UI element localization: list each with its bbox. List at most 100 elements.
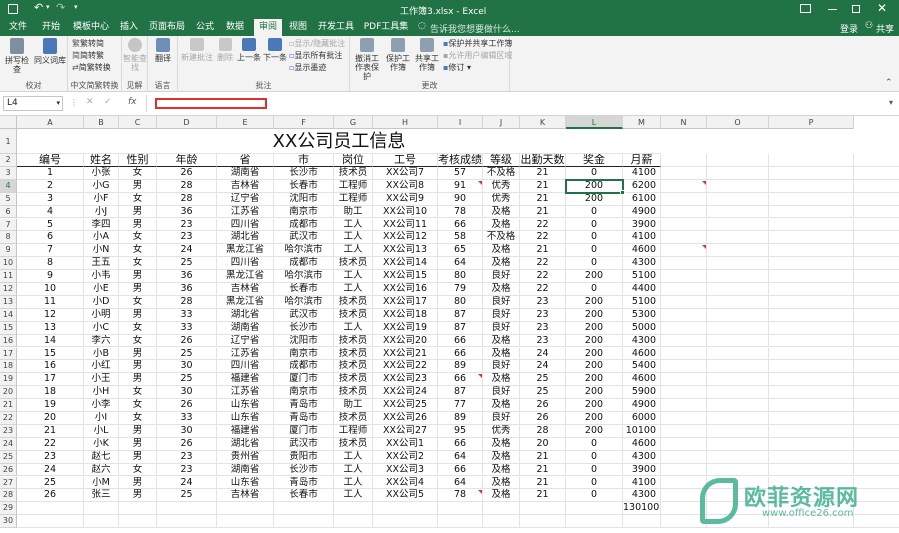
- data-cell r[interactable]: 4600: [623, 347, 661, 361]
- data-cell r[interactable]: 4600: [623, 244, 661, 258]
- data-cell[interactable]: 长春市: [274, 179, 334, 193]
- simp-to-trad-button[interactable]: 简简转繁: [72, 51, 104, 61]
- column-title[interactable]: 姓名: [84, 154, 119, 167]
- empty-cell[interactable]: [769, 399, 854, 412]
- data-cell[interactable]: 工人: [334, 218, 373, 232]
- empty-cell[interactable]: [119, 502, 157, 516]
- data-cell[interactable]: 贵州省: [217, 450, 274, 464]
- empty-cell[interactable]: [661, 231, 707, 245]
- data-cell[interactable]: 及格: [483, 450, 520, 464]
- data-cell[interactable]: 湖北省: [217, 231, 274, 245]
- data-cell[interactable]: 小G: [84, 179, 119, 193]
- empty-cell[interactable]: [854, 399, 899, 412]
- column-title[interactable]: 性别: [119, 154, 157, 167]
- empty-cell[interactable]: [707, 424, 769, 438]
- data-cell[interactable]: 22: [520, 257, 566, 271]
- data-cell[interactable]: 助工: [334, 399, 373, 412]
- empty-cell[interactable]: [707, 257, 769, 271]
- data-cell[interactable]: 小A: [84, 231, 119, 245]
- data-cell[interactable]: 78: [438, 205, 483, 219]
- data-cell[interactable]: 0: [566, 463, 623, 477]
- row-header-25[interactable]: 25: [0, 450, 17, 464]
- column-header-f[interactable]: F: [274, 116, 334, 129]
- column-header-b[interactable]: B: [84, 116, 119, 129]
- data-cell[interactable]: 技术员: [334, 386, 373, 400]
- data-cell[interactable]: 小明: [84, 308, 119, 322]
- data-cell[interactable]: 及格: [483, 205, 520, 219]
- empty-cell[interactable]: [854, 335, 899, 348]
- data-cell[interactable]: 21: [520, 166, 566, 180]
- data-cell[interactable]: 青岛市: [274, 412, 334, 425]
- empty-cell[interactable]: [854, 244, 899, 258]
- data-cell[interactable]: XX公司3: [373, 463, 438, 477]
- tab-data[interactable]: 数据: [223, 19, 247, 36]
- data-cell[interactable]: 工人: [334, 244, 373, 258]
- empty-cell[interactable]: [84, 515, 119, 529]
- data-cell[interactable]: 工人: [334, 231, 373, 245]
- empty-cell[interactable]: [707, 334, 769, 348]
- row-header-8[interactable]: 8: [0, 231, 17, 245]
- data-cell[interactable]: 成都市: [274, 257, 334, 271]
- data-cell r[interactable]: 6000: [623, 412, 661, 425]
- data-cell[interactable]: 李六: [84, 334, 119, 348]
- column-title[interactable]: 岗位: [334, 154, 373, 167]
- fill-handle[interactable]: [620, 189, 625, 195]
- sheet-title[interactable]: XX公司员工信息: [17, 129, 661, 154]
- empty-cell[interactable]: [707, 179, 769, 193]
- data-cell[interactable]: 工人: [334, 321, 373, 335]
- empty-cell[interactable]: [854, 167, 899, 180]
- data-cell[interactable]: 男: [119, 373, 157, 387]
- data-cell[interactable]: XX公司21: [373, 347, 438, 361]
- column-header-p[interactable]: P: [769, 116, 854, 129]
- data-cell[interactable]: 南京市: [274, 386, 334, 400]
- data-cell[interactable]: 89: [438, 360, 483, 374]
- data-cell r[interactable]: 6100: [623, 192, 661, 206]
- worksheet-grid[interactable]: ABCDEFGHIJKLMNOP 1 2 3 4 5 6 7 8 9 10 11 12 13 14 15 16…: [0, 116, 899, 533]
- data-cell[interactable]: 男: [119, 424, 157, 438]
- formula-input[interactable]: [155, 98, 267, 109]
- redo-icon[interactable]: ↷: [56, 1, 65, 14]
- data-cell[interactable]: 18: [17, 386, 84, 400]
- data-cell[interactable]: 200: [566, 179, 623, 193]
- data-cell[interactable]: 小韦: [84, 270, 119, 283]
- empty-cell[interactable]: [854, 296, 899, 309]
- data-cell[interactable]: 工人: [334, 463, 373, 477]
- data-cell[interactable]: 辽宁省: [217, 334, 274, 348]
- enter-icon[interactable]: ✓: [104, 97, 112, 107]
- empty-cell[interactable]: [707, 244, 769, 258]
- data-cell[interactable]: 女: [119, 295, 157, 309]
- empty-cell[interactable]: [661, 192, 707, 206]
- data-cell[interactable]: 200: [566, 295, 623, 309]
- empty-cell[interactable]: [707, 450, 769, 464]
- data-cell r[interactable]: 4600: [623, 437, 661, 451]
- close-icon[interactable]: ✕: [877, 1, 887, 15]
- empty-cell[interactable]: [438, 502, 483, 516]
- data-cell[interactable]: 厦门市: [274, 424, 334, 438]
- data-cell[interactable]: XX公司25: [373, 399, 438, 412]
- restore-icon[interactable]: [852, 5, 860, 13]
- protect-workbook-button[interactable]: 保护工作簿: [383, 38, 413, 72]
- data-cell[interactable]: XX公司23: [373, 373, 438, 387]
- data-cell[interactable]: 男: [119, 360, 157, 374]
- data-cell[interactable]: 16: [17, 360, 84, 374]
- empty-cell[interactable]: [119, 515, 157, 529]
- column-title[interactable]: 市: [274, 154, 334, 167]
- empty-cell[interactable]: [661, 347, 707, 361]
- empty-cell[interactable]: [769, 347, 854, 361]
- comment-indicator[interactable]: [702, 245, 706, 250]
- data-cell[interactable]: 及格: [483, 244, 520, 258]
- data-cell[interactable]: XX公司2: [373, 450, 438, 464]
- column-title[interactable]: 省: [217, 154, 274, 167]
- comment-indicator[interactable]: [702, 180, 706, 185]
- data-cell[interactable]: 28: [157, 295, 217, 309]
- data-cell[interactable]: 工人: [334, 476, 373, 490]
- empty-cell[interactable]: [373, 515, 438, 529]
- empty-cell[interactable]: [707, 399, 769, 412]
- data-cell[interactable]: 20: [520, 437, 566, 451]
- data-cell[interactable]: 成都市: [274, 360, 334, 374]
- row-header-23[interactable]: 23: [0, 424, 17, 438]
- data-cell[interactable]: 良好: [483, 360, 520, 374]
- column-title[interactable]: 月薪: [623, 154, 661, 167]
- data-cell[interactable]: 87: [438, 386, 483, 400]
- data-cell r[interactable]: 4300: [623, 489, 661, 503]
